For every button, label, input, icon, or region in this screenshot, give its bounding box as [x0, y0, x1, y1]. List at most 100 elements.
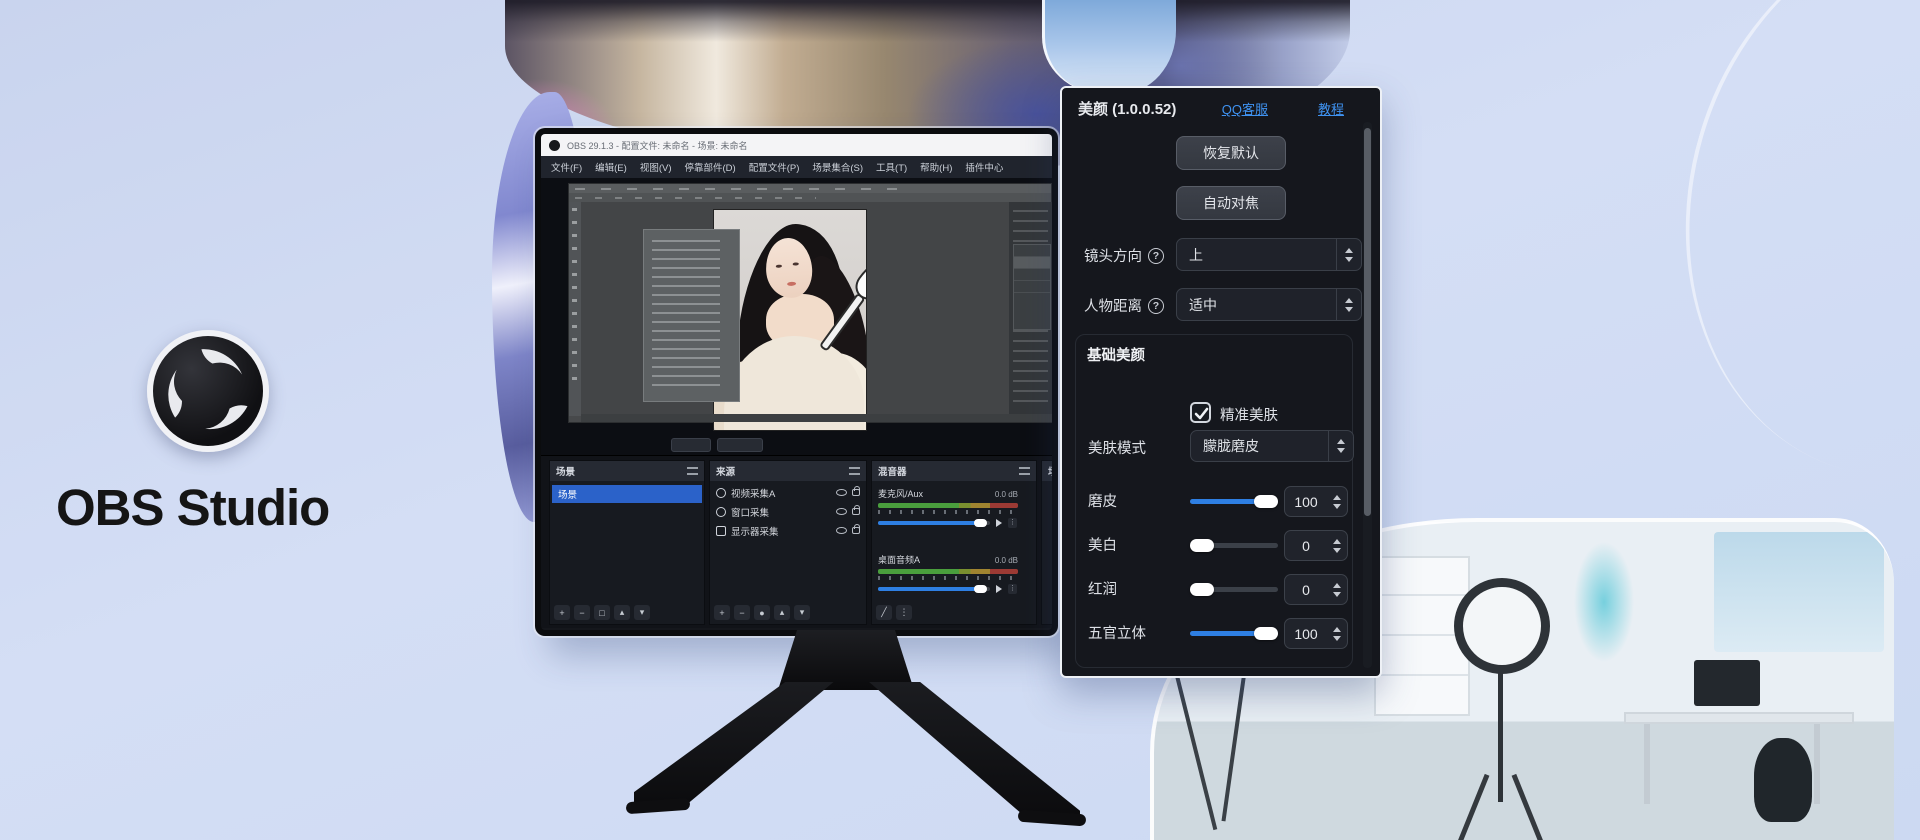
rosy-label: 红润: [1088, 578, 1117, 599]
source-item[interactable]: 视频采集A: [710, 483, 866, 502]
menu-scene-collection[interactable]: 场景集合(S): [812, 160, 863, 174]
channel-options-button[interactable]: ⋮: [1008, 584, 1017, 594]
camera-direction-select[interactable]: 上: [1176, 238, 1362, 271]
editor-canvas: [581, 202, 1009, 416]
scene-item-selected[interactable]: 场景: [552, 485, 702, 503]
slider-handle[interactable]: [1190, 539, 1214, 552]
scene-down-button[interactable]: ▾: [634, 605, 650, 620]
add-source-button[interactable]: +: [714, 605, 730, 620]
add-scene-button[interactable]: +: [554, 605, 570, 620]
menu-profile[interactable]: 配置文件(P): [749, 160, 800, 174]
menu-help[interactable]: 帮助(H): [920, 160, 952, 174]
visibility-eye-icon[interactable]: [836, 508, 847, 515]
lock-icon[interactable]: [852, 527, 860, 534]
source-down-button[interactable]: ▾: [794, 605, 810, 620]
person-distance-label: 人物距离: [1084, 295, 1142, 316]
portrait-lips: [787, 282, 796, 287]
visibility-eye-icon[interactable]: [836, 489, 847, 496]
stepper-arrows-icon[interactable]: [1327, 531, 1347, 560]
studio-cyan-glow: [1574, 542, 1634, 662]
preview-toggle-chip[interactable]: [671, 438, 711, 452]
stepper-arrows-icon[interactable]: [1327, 619, 1347, 648]
dock-menu-icon[interactable]: [849, 467, 860, 475]
tutorial-link[interactable]: 教程: [1318, 99, 1344, 118]
transitions-dock-title: 场景过渡: [1048, 464, 1052, 478]
whitening-slider[interactable]: [1190, 539, 1278, 552]
mixer-dock-title: 混音器: [878, 464, 907, 478]
layer-row: [1014, 281, 1050, 293]
stepper-arrows-icon[interactable]: [1327, 575, 1347, 604]
layer-row: [1014, 245, 1050, 257]
slider-handle[interactable]: [1254, 495, 1278, 508]
editor-toolbar: [569, 202, 581, 416]
beauty-plugin-panel: 美颜 (1.0.0.52) QQ客服 教程 恢复默认 自动对焦 镜头方向 ? 上…: [1060, 86, 1382, 678]
spinner-arrows-icon[interactable]: [1336, 289, 1361, 320]
source-item[interactable]: 窗口采集: [710, 502, 866, 521]
obs-docks-row: 场景 场景 + − □ ▴ ▾ 来源: [541, 455, 1052, 628]
menu-plugin-center[interactable]: 插件中心: [965, 160, 1003, 174]
facial-3d-label: 五官立体: [1088, 622, 1146, 643]
help-icon[interactable]: ?: [1148, 248, 1164, 264]
volume-slider[interactable]: ⋮: [878, 584, 1018, 594]
rosy-value-stepper[interactable]: 0: [1284, 574, 1348, 605]
rosy-slider[interactable]: [1190, 583, 1278, 596]
restore-defaults-button[interactable]: 恢复默认: [1176, 136, 1286, 170]
scene-up-button[interactable]: ▴: [614, 605, 630, 620]
smoothing-slider[interactable]: [1190, 495, 1278, 508]
slider-handle[interactable]: [1254, 627, 1278, 640]
source-properties-button[interactable]: ●: [754, 605, 770, 620]
menu-edit[interactable]: 编辑(E): [595, 160, 627, 174]
obs-studio-wordmark: OBS Studio: [56, 478, 386, 537]
mixer-edit-button[interactable]: ╱: [876, 605, 892, 620]
spinner-arrows-icon[interactable]: [1336, 239, 1361, 270]
precise-skin-checkbox[interactable]: [1190, 402, 1211, 423]
source-up-button[interactable]: ▴: [774, 605, 790, 620]
scene-filters-button[interactable]: □: [594, 605, 610, 620]
speaker-icon[interactable]: [996, 585, 1006, 593]
stepper-arrows-icon[interactable]: [1327, 487, 1347, 516]
person-distance-select[interactable]: 适中: [1176, 288, 1362, 321]
source-item[interactable]: 显示器采集: [710, 521, 866, 540]
facial-3d-slider[interactable]: [1190, 627, 1278, 640]
smoothing-value: 100: [1285, 494, 1327, 510]
studio-desk: [1624, 712, 1854, 724]
spinner-arrows-icon[interactable]: [1328, 431, 1353, 461]
volume-slider[interactable]: ⋮: [878, 518, 1018, 528]
panel-scrollbar[interactable]: [1363, 122, 1372, 668]
help-icon[interactable]: ?: [1148, 298, 1164, 314]
panel-scrollbar-thumb[interactable]: [1364, 128, 1371, 516]
person-distance-value: 适中: [1177, 295, 1336, 315]
menu-view[interactable]: 视图(V): [640, 160, 672, 174]
stand-leg-left: [634, 682, 844, 810]
speaker-icon[interactable]: [996, 519, 1006, 527]
obs-menubar: 文件(F) 编辑(E) 视图(V) 停靠部件(D) 配置文件(P) 场景集合(S…: [541, 156, 1052, 178]
mixer-more-button[interactable]: ⋮: [896, 605, 912, 620]
editor-layers-panel: [1013, 244, 1051, 330]
volume-slider-handle[interactable]: [974, 585, 987, 593]
channel-options-button[interactable]: ⋮: [1008, 518, 1017, 528]
remove-scene-button[interactable]: −: [574, 605, 590, 620]
facial-3d-value-stepper[interactable]: 100: [1284, 618, 1348, 649]
dock-menu-icon[interactable]: [1019, 467, 1030, 475]
preview-toggle-chip[interactable]: [717, 438, 763, 452]
dock-menu-icon[interactable]: [687, 467, 698, 475]
video-capture-icon: [716, 488, 726, 498]
visibility-eye-icon[interactable]: [836, 527, 847, 534]
menu-tools[interactable]: 工具(T): [876, 160, 907, 174]
portrait-eye: [776, 264, 782, 267]
lock-icon[interactable]: [852, 508, 860, 515]
menu-file[interactable]: 文件(F): [551, 160, 582, 174]
slider-handle[interactable]: [1190, 583, 1214, 596]
remove-source-button[interactable]: −: [734, 605, 750, 620]
whitening-value-stepper[interactable]: 0: [1284, 530, 1348, 561]
qq-support-link[interactable]: QQ客服: [1222, 99, 1268, 118]
basic-beauty-section-title: 基础美颜: [1087, 344, 1145, 365]
skin-mode-select[interactable]: 朦胧磨皮: [1190, 430, 1354, 462]
studio-tripod: [1175, 674, 1218, 830]
volume-meter: [878, 503, 1018, 508]
volume-slider-handle[interactable]: [974, 519, 987, 527]
smoothing-value-stepper[interactable]: 100: [1284, 486, 1348, 517]
autofocus-button[interactable]: 自动对焦: [1176, 186, 1286, 220]
lock-icon[interactable]: [852, 489, 860, 496]
menu-docks[interactable]: 停靠部件(D): [684, 160, 735, 174]
